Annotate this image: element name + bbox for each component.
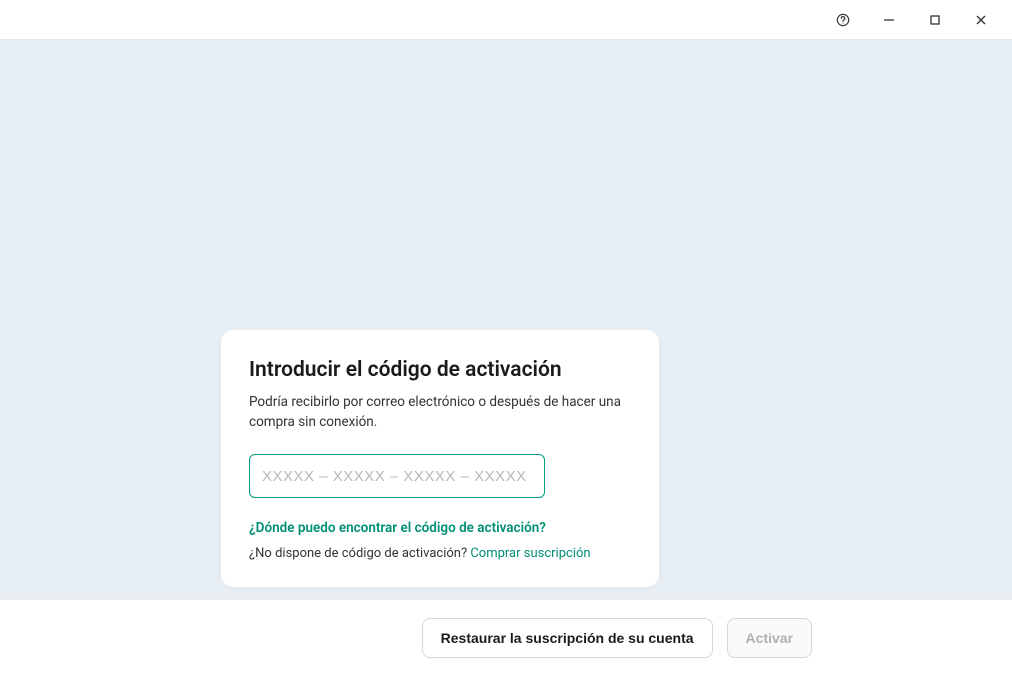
- content-area: Introducir el código de activación Podrí…: [0, 40, 1012, 599]
- titlebar: [0, 0, 1012, 40]
- maximize-button[interactable]: [912, 0, 958, 40]
- restore-subscription-button[interactable]: Restaurar la suscripción de su cuenta: [422, 618, 713, 658]
- find-code-link[interactable]: ¿Dónde puedo encontrar el código de acti…: [249, 520, 631, 536]
- no-code-row: ¿No dispone de código de activación? Com…: [249, 546, 631, 561]
- minimize-button[interactable]: [866, 0, 912, 40]
- buy-subscription-link[interactable]: Comprar suscripción: [470, 546, 590, 561]
- no-code-text: ¿No dispone de código de activación?: [249, 546, 470, 561]
- card-title: Introducir el código de activación: [249, 358, 631, 382]
- maximize-icon: [928, 13, 942, 27]
- footer: Restaurar la suscripción de su cuenta Ac…: [0, 599, 1012, 675]
- activation-card: Introducir el código de activación Podrí…: [221, 330, 659, 588]
- activation-code-input[interactable]: [249, 454, 545, 498]
- help-button[interactable]: [820, 0, 866, 40]
- minimize-icon: [882, 13, 896, 27]
- card-subtitle: Podría recibirlo por correo electrónico …: [249, 392, 631, 433]
- activate-button[interactable]: Activar: [727, 618, 812, 658]
- close-button[interactable]: [958, 0, 1004, 40]
- close-icon: [974, 13, 988, 27]
- help-icon: [836, 13, 850, 27]
